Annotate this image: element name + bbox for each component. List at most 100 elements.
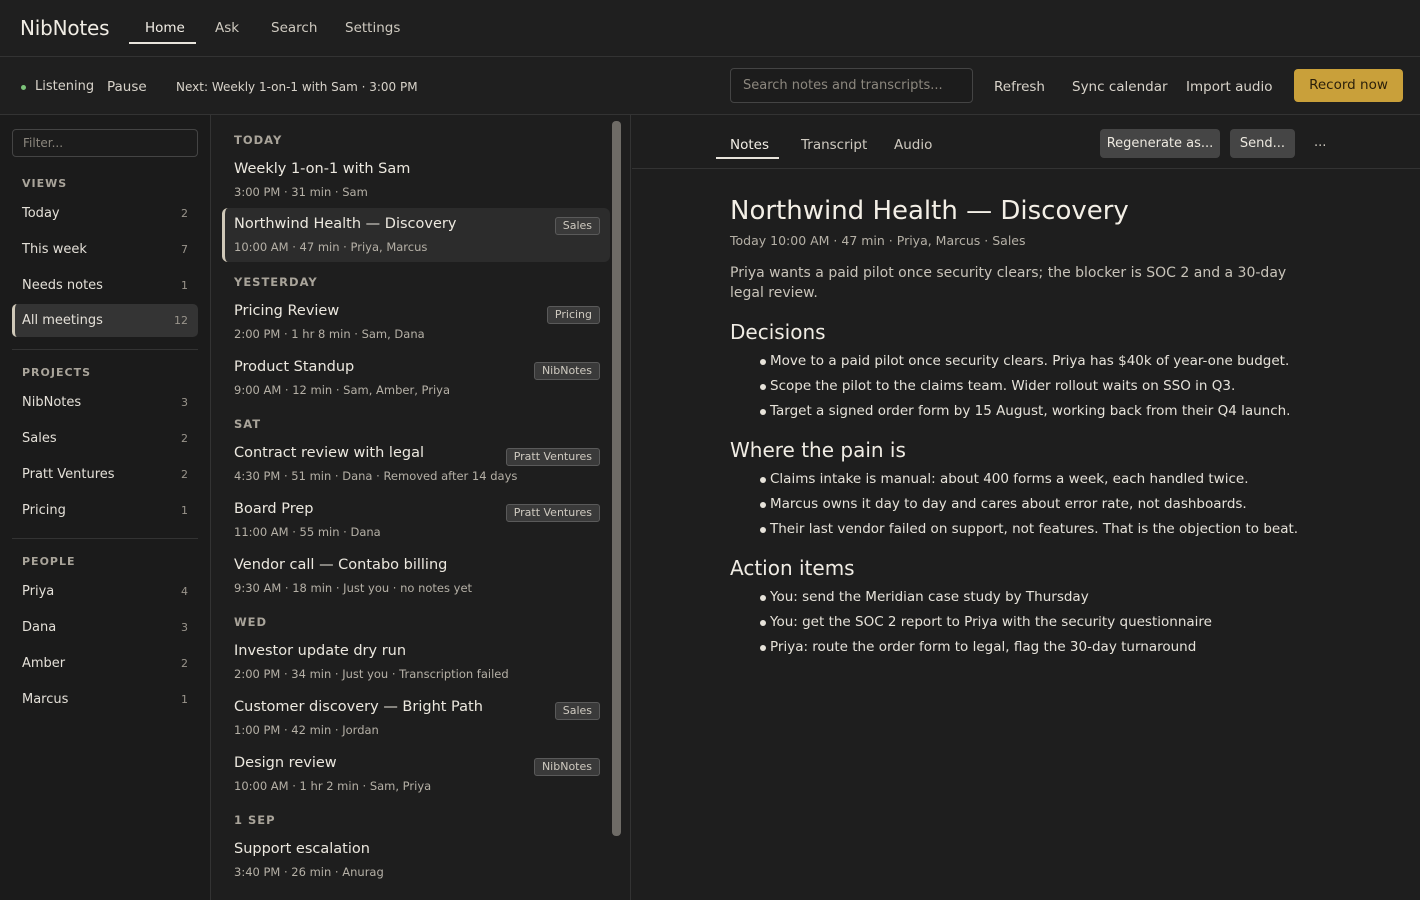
meeting-row[interactable]: Contract review with legal 4:30 PM · 51 m… <box>222 439 610 493</box>
bullet-text: You: get the SOC 2 report to Priya with … <box>770 614 1212 630</box>
sidebar-item-priya[interactable]: Priya 4 <box>12 576 198 608</box>
pause-button[interactable]: Pause <box>107 79 147 95</box>
tab-settings[interactable]: Settings <box>345 20 400 36</box>
meeting-meta: 9:00 AM · 12 min · Sam, Amber, Priya <box>234 383 451 397</box>
sidebar-item-label: This week <box>22 242 87 257</box>
bullet-text: Marcus owns it day to day and cares abou… <box>770 496 1247 512</box>
project-tag: Sales <box>554 217 600 235</box>
section-heading: Decisions <box>730 320 826 344</box>
meeting-row[interactable]: Board Prep 11:00 AM · 55 min · Dana Pratt … <box>222 495 610 549</box>
tab-transcript[interactable]: Transcript <box>801 137 867 153</box>
note-meta: Today 10:00 AM · 47 min · Priya, Marcus … <box>730 233 1026 248</box>
meeting-row[interactable]: Customer discovery — Bright Path 1:00 PM … <box>222 693 610 747</box>
bullet-text: Their last vendor failed on support, not… <box>770 521 1299 537</box>
sidebar-item-amber[interactable]: Amber 2 <box>12 648 198 680</box>
sidebar-item-count: 3 <box>181 621 188 634</box>
import-audio-button[interactable]: Import audio <box>1186 79 1273 95</box>
active-tab-indicator <box>716 157 779 159</box>
meeting-meta: 2:00 PM · 1 hr 8 min · Sam, Dana <box>234 327 425 341</box>
meeting-row[interactable]: Vendor call — Contabo billing 9:30 AM · 1… <box>222 551 610 605</box>
note-title: Northwind Health — Discovery <box>730 196 1129 226</box>
project-tag: Pricing <box>546 306 600 324</box>
meeting-row[interactable]: Investor update dry run 2:00 PM · 34 min … <box>222 637 610 691</box>
meeting-meta: 1:00 PM · 42 min · Jordan <box>234 723 379 737</box>
day-group-header: WED <box>234 615 268 629</box>
day-group-header: SAT <box>234 417 262 431</box>
sidebar-item-label: Pricing <box>22 503 66 518</box>
sidebar-item-label: Amber <box>22 656 66 671</box>
app-brand: NibNotes <box>20 16 110 40</box>
meeting-title: Vendor call — Contabo billing <box>234 557 448 573</box>
sidebar-item-sales[interactable]: Sales 2 <box>12 423 198 455</box>
sidebar-item-label: All meetings <box>22 313 103 328</box>
bullet-item: Priya: route the order form to legal, fl… <box>760 639 1196 655</box>
tab-search[interactable]: Search <box>271 20 317 36</box>
meeting-title: Weekly 1-on-1 with Sam <box>234 161 411 177</box>
next-meeting-label: Next: Weekly 1-on-1 with Sam · 3:00 PM <box>176 80 418 94</box>
search-input[interactable] <box>730 68 973 103</box>
sidebar-item-label: NibNotes <box>22 395 82 410</box>
sync-calendar-button[interactable]: Sync calendar <box>1072 79 1168 95</box>
bullet-item: Claims intake is manual: about 400 forms… <box>760 471 1249 487</box>
sidebar-item-this-week[interactable]: This week 7 <box>12 234 198 266</box>
meeting-title: Design review <box>234 755 337 771</box>
sidebar-item-count: 1 <box>181 279 188 292</box>
sidebar-item-today[interactable]: Today 2 <box>12 198 198 230</box>
bullet-text: Move to a paid pilot once security clear… <box>770 353 1290 369</box>
meeting-meta: 4:30 PM · 51 min · Dana · Removed after … <box>234 469 518 483</box>
regenerate-as-button[interactable]: Regenerate as... <box>1100 129 1220 158</box>
tab-ask[interactable]: Ask <box>215 20 239 36</box>
meeting-title: Customer discovery — Bright Path <box>234 699 483 715</box>
meeting-row-selected[interactable]: Northwind Health — Discovery 10:00 AM · 4… <box>222 208 610 262</box>
sidebar-item-label: Dana <box>22 620 57 635</box>
tab-audio[interactable]: Audio <box>894 137 932 153</box>
meeting-title: Support escalation <box>234 841 370 857</box>
tab-bar-divider <box>632 168 1420 169</box>
bullet-text: You: send the Meridian case study by Thu… <box>770 589 1089 605</box>
meeting-row[interactable]: Product Standup 9:00 AM · 12 min · Sam, A… <box>222 353 610 407</box>
sidebar-item-label: Marcus <box>22 692 69 707</box>
send-button[interactable]: Send... <box>1230 129 1295 158</box>
sidebar-item-marcus[interactable]: Marcus 1 <box>12 684 198 716</box>
sidebar-item-nibnotes[interactable]: NibNotes 3 <box>12 387 198 419</box>
meeting-list-scrollbar[interactable] <box>612 121 621 836</box>
sidebar-item-label: Priya <box>22 584 55 599</box>
sidebar-item-dana[interactable]: Dana 3 <box>12 612 198 644</box>
day-group-header: YESTERDAY <box>234 275 318 289</box>
meeting-row[interactable]: Weekly 1-on-1 with Sam 3:00 PM · 31 min ·… <box>222 155 610 209</box>
filter-input[interactable] <box>12 129 198 157</box>
bullet-item: You: get the SOC 2 report to Priya with … <box>760 614 1212 630</box>
refresh-button[interactable]: Refresh <box>994 79 1045 95</box>
project-tag: NibNotes <box>533 758 600 776</box>
meeting-meta: 3:40 PM · 26 min · Anurag <box>234 865 384 879</box>
sidebar-divider <box>12 349 198 350</box>
sidebar-item-count: 3 <box>181 396 188 409</box>
meeting-row[interactable]: Support escalation 3:40 PM · 26 min · Anu… <box>222 835 610 889</box>
sidebar-item-all-meetings[interactable]: All meetings 12 <box>12 304 198 337</box>
sidebar-item-count: 1 <box>181 504 188 517</box>
meeting-title: Pricing Review <box>234 303 340 319</box>
meeting-meta: 9:30 AM · 18 min · Just you · no notes y… <box>234 581 473 595</box>
tab-notes[interactable]: Notes <box>730 137 769 153</box>
views-heading: VIEWS <box>22 177 68 190</box>
sidebar-item-count: 12 <box>174 314 188 327</box>
meeting-meta: 2:00 PM · 34 min · Just you · Transcript… <box>234 667 509 681</box>
sidebar-item-pratt-ventures[interactable]: Pratt Ventures 2 <box>12 459 198 491</box>
sidebar-item-label: Needs notes <box>22 278 103 293</box>
more-options-icon[interactable]: ... <box>1314 135 1326 150</box>
meeting-title: Investor update dry run <box>234 643 407 659</box>
meeting-row[interactable]: Design review 10:00 AM · 1 hr 2 min · Sam… <box>222 749 610 803</box>
project-tag: NibNotes <box>533 362 600 380</box>
tab-home[interactable]: Home <box>145 20 185 36</box>
bullet-text: Claims intake is manual: about 400 forms… <box>770 471 1249 487</box>
sidebar-item-needs-notes[interactable]: Needs notes 1 <box>12 270 198 302</box>
record-now-button[interactable]: Record now <box>1294 69 1403 102</box>
day-group-header: TODAY <box>234 133 283 147</box>
project-tag: Pratt Ventures <box>505 504 600 522</box>
sidebar-item-pricing[interactable]: Pricing 1 <box>12 495 198 527</box>
sidebar-item-count: 2 <box>181 657 188 670</box>
meeting-row[interactable]: Pricing Review 2:00 PM · 1 hr 8 min · Sam… <box>222 297 610 351</box>
bullet-item: Scope the pilot to the claims team. Wide… <box>760 378 1235 394</box>
sidebar-item-count: 7 <box>181 243 188 256</box>
project-tag: Pratt Ventures <box>505 448 600 466</box>
